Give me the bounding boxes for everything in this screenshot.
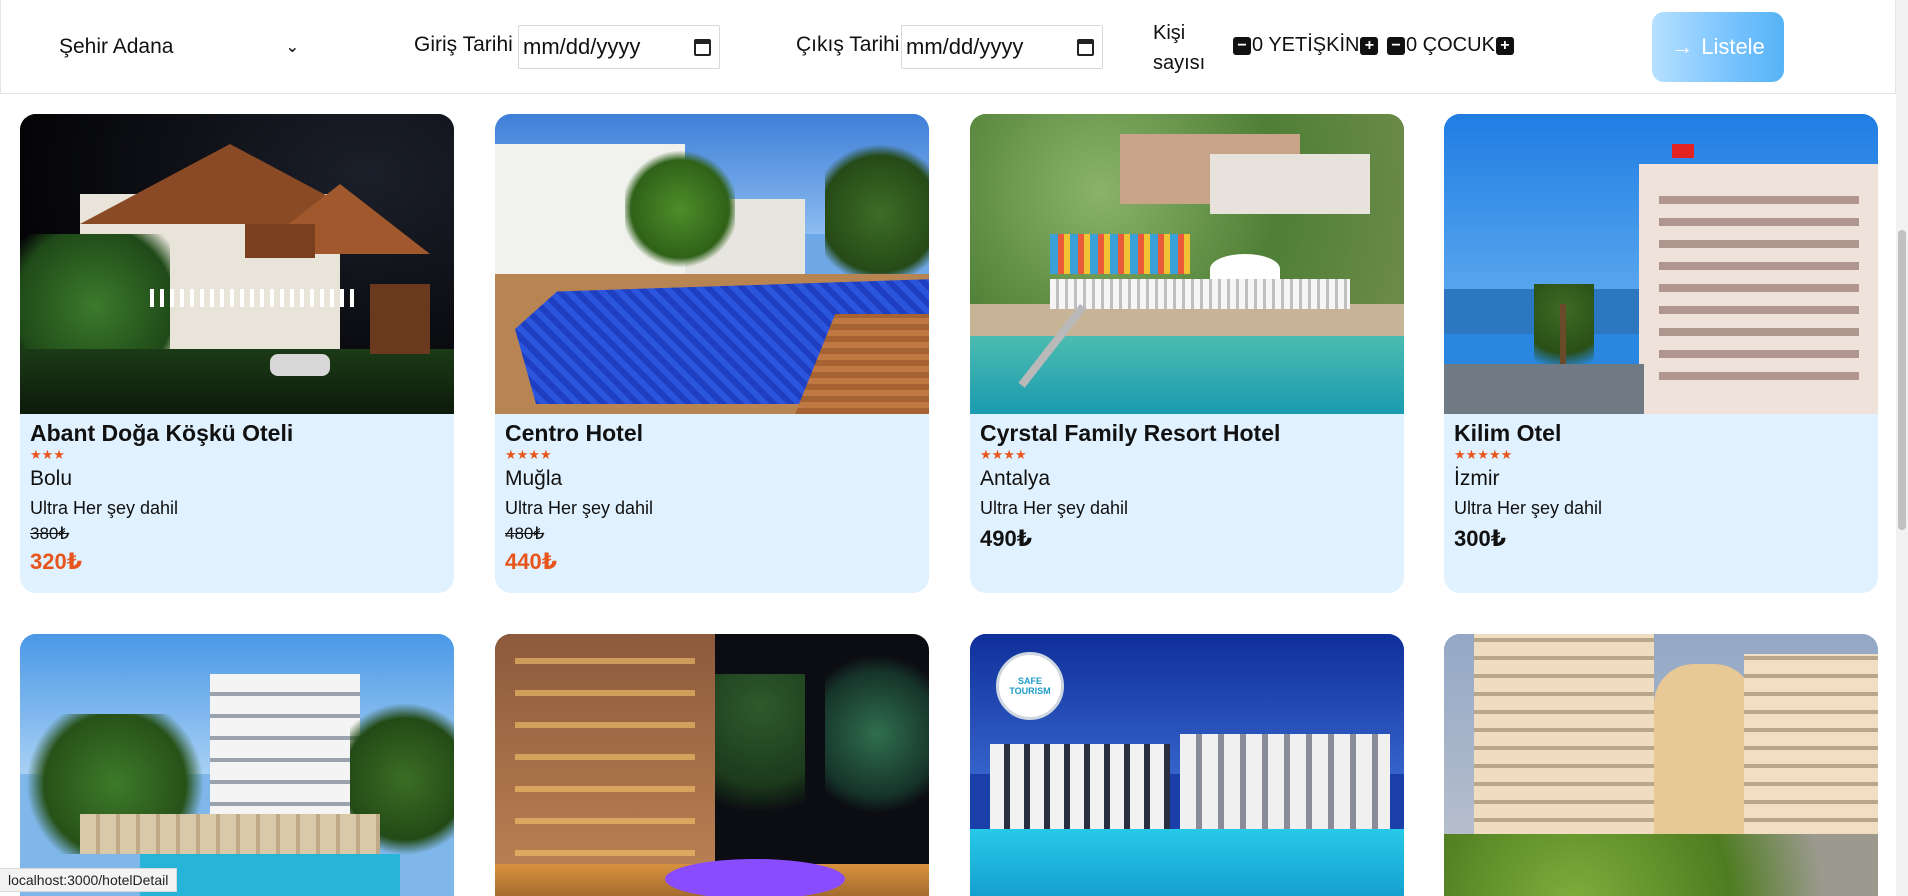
adult-count-text: 0 YETİŞKİN bbox=[1252, 34, 1360, 56]
checkout-date-input[interactable]: mm/dd/yyyy bbox=[901, 25, 1103, 69]
hotel-card[interactable] bbox=[495, 634, 929, 896]
child-plus-icon[interactable]: + bbox=[1495, 36, 1514, 55]
hotel-city: İzmir bbox=[1454, 467, 1500, 490]
hotel-card[interactable]: Cyrstal Family Resort Hotel ★★★★ Antalya… bbox=[970, 114, 1404, 593]
vertical-scrollbar[interactable] bbox=[1896, 0, 1908, 896]
hotel-card-body: Abant Doğa Köşkü Oteli ★★★ Bolu Ultra He… bbox=[20, 414, 454, 577]
star-rating: ★★★★ bbox=[505, 447, 552, 462]
checkin-placeholder: mm/dd/yyyy bbox=[523, 34, 641, 59]
adult-counter: − 0 YETİŞKİN + bbox=[1233, 34, 1379, 57]
calendar-icon[interactable] bbox=[1077, 38, 1094, 56]
adult-minus-icon[interactable]: − bbox=[1233, 36, 1251, 55]
chevron-down-icon: ⌄ bbox=[285, 39, 299, 56]
adult-plus-icon[interactable]: + bbox=[1360, 36, 1379, 55]
old-price: 380₺ bbox=[30, 524, 70, 543]
hotel-card-body: Kilim Otel ★★★★★ İzmir Ultra Her şey dah… bbox=[1444, 414, 1878, 554]
list-button-label: Listele bbox=[1701, 34, 1765, 59]
hotel-card-body: Cyrstal Family Resort Hotel ★★★★ Antalya… bbox=[970, 414, 1404, 554]
board-type: Ultra Her şey dahil bbox=[1454, 498, 1603, 518]
star-rating: ★★★★ bbox=[980, 447, 1027, 462]
status-url: localhost:3000/hotelDetail bbox=[0, 868, 178, 892]
hotel-name: Abant Doğa Köşkü Oteli bbox=[30, 420, 294, 446]
discount-price: 440₺ bbox=[505, 549, 558, 574]
calendar-icon[interactable] bbox=[694, 38, 711, 56]
star-rating: ★★★ bbox=[30, 447, 65, 462]
hotel-card[interactable]: SAFE TOURISM bbox=[970, 634, 1404, 896]
filter-bar: Şehir Adana ⌄ Giriş Tarihi mm/dd/yyyy Çı… bbox=[0, 0, 1896, 94]
board-type: Ultra Her şey dahil bbox=[30, 498, 179, 518]
checkin-date-input[interactable]: mm/dd/yyyy bbox=[518, 25, 720, 69]
hotel-card[interactable] bbox=[20, 634, 454, 896]
hotel-card[interactable]: Centro Hotel ★★★★ Muğla Ultra Her şey da… bbox=[495, 114, 929, 593]
child-counter: − 0 ÇOCUK + bbox=[1387, 34, 1514, 57]
old-price: 480₺ bbox=[505, 524, 545, 543]
hotel-photo bbox=[495, 114, 929, 414]
hotel-price: 300₺ bbox=[1454, 526, 1507, 551]
hotel-price: 490₺ bbox=[980, 526, 1033, 551]
hotel-card[interactable]: Abant Doğa Köşkü Oteli ★★★ Bolu Ultra He… bbox=[20, 114, 454, 593]
hotel-name: Kilim Otel bbox=[1454, 420, 1562, 446]
persons-label: Kişi sayısı bbox=[1153, 22, 1206, 74]
list-button[interactable]: → Listele bbox=[1652, 12, 1784, 82]
city-select[interactable]: Şehir Adana ⌄ bbox=[43, 28, 315, 66]
checkout-placeholder: mm/dd/yyyy bbox=[906, 34, 1024, 59]
star-rating: ★★★★★ bbox=[1454, 447, 1513, 462]
hotel-photo: SAFE TOURISM bbox=[970, 634, 1404, 896]
city-select-label: Şehir Adana bbox=[59, 35, 174, 58]
board-type: Ultra Her şey dahil bbox=[980, 498, 1129, 518]
arrow-right-icon: → bbox=[1671, 34, 1694, 59]
hotel-name: Cyrstal Family Resort Hotel bbox=[980, 420, 1281, 446]
safe-tourism-badge: SAFE TOURISM bbox=[996, 652, 1064, 720]
hotel-photo bbox=[20, 634, 454, 896]
child-minus-icon[interactable]: − bbox=[1387, 36, 1405, 55]
hotel-card-body: Centro Hotel ★★★★ Muğla Ultra Her şey da… bbox=[495, 414, 929, 577]
hotel-city: Bolu bbox=[30, 467, 73, 490]
hotel-name: Centro Hotel bbox=[505, 420, 643, 446]
board-type: Ultra Her şey dahil bbox=[505, 498, 654, 518]
hotel-city: Antalya bbox=[980, 467, 1051, 490]
hotel-card[interactable]: Kilim Otel ★★★★★ İzmir Ultra Her şey dah… bbox=[1444, 114, 1878, 593]
hotel-photo bbox=[970, 114, 1404, 414]
discount-price: 320₺ bbox=[30, 549, 83, 574]
checkin-label: Giriş Tarihi bbox=[414, 33, 513, 56]
hotel-photo bbox=[1444, 634, 1878, 896]
hotel-city: Muğla bbox=[505, 467, 563, 490]
hotel-card[interactable] bbox=[1444, 634, 1878, 896]
scrollbar-thumb[interactable] bbox=[1898, 230, 1906, 530]
child-count-text: 0 ÇOCUK bbox=[1406, 34, 1495, 56]
hotel-photo bbox=[1444, 114, 1878, 414]
hotel-photo bbox=[495, 634, 929, 896]
hotel-photo bbox=[20, 114, 454, 414]
checkout-label: Çıkış Tarihi bbox=[796, 33, 900, 56]
